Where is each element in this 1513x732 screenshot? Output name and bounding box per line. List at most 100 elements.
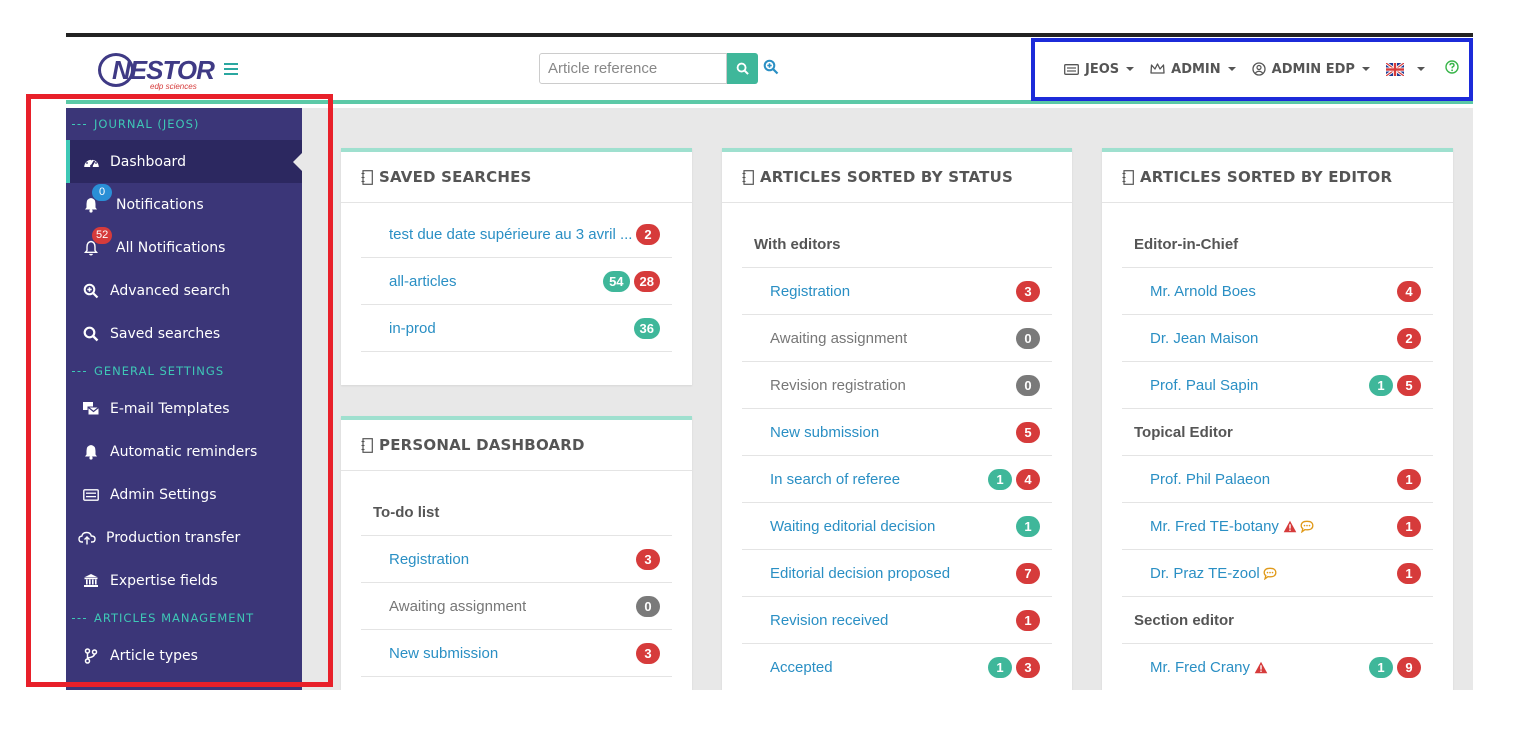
- badge-group: 2: [1393, 327, 1421, 349]
- list-item-link[interactable]: Waiting editorial decision: [770, 518, 935, 535]
- list-item-link[interactable]: all-articles: [389, 273, 457, 290]
- list-item[interactable]: in-prod 36: [361, 305, 672, 352]
- list-item-link[interactable]: New submission: [389, 645, 498, 662]
- card-title: PERSONAL DASHBOARD: [341, 420, 692, 471]
- list-item-link[interactable]: Registration: [389, 551, 469, 568]
- sidebar-item-saved-searches[interactable]: Saved searches: [66, 312, 302, 355]
- card-title: ARTICLES SORTED BY STATUS: [722, 152, 1072, 203]
- sidebar-item-all-notifications[interactable]: 52 All Notifications: [66, 226, 302, 269]
- badge-group: 1: [1393, 515, 1421, 537]
- section-title: JOURNAL (JEOS): [94, 117, 200, 131]
- admin-menu-dropdown[interactable]: ADMIN: [1150, 62, 1236, 77]
- card-icon: [82, 486, 100, 504]
- sidebar-item-dashboard[interactable]: Dashboard: [66, 140, 302, 183]
- badge-group: 19: [1365, 656, 1421, 678]
- list-item-link[interactable]: Registration: [770, 283, 850, 300]
- count-badge: 1: [1016, 609, 1040, 631]
- sidebar-item-article-types[interactable]: Article types: [66, 634, 302, 677]
- help-icon[interactable]: [1445, 60, 1459, 78]
- sidebar-item-expertise-fields[interactable]: Expertise fields: [66, 559, 302, 602]
- sidebar-item-production-transfer[interactable]: Production transfer: [66, 516, 302, 559]
- list-item[interactable]: test due date supérieure au 3 avril ... …: [361, 211, 672, 258]
- list-item-label: New submission: [389, 644, 499, 662]
- bell-icon: 0: [82, 183, 112, 214]
- sidebar-item-label: Saved searches: [110, 325, 221, 342]
- list-item[interactable]: Dr. Jean Maison 2: [1122, 315, 1433, 362]
- list-item-link[interactable]: in-prod: [389, 320, 436, 337]
- list-item[interactable]: Revision registration 0: [742, 362, 1052, 409]
- count-badge: 0: [636, 595, 660, 617]
- list-item-link[interactable]: In search of referee: [770, 471, 900, 488]
- list-item[interactable]: New submission 3: [361, 630, 672, 677]
- list-item-label: Accepted: [770, 658, 833, 676]
- sidebar-item-email-templates[interactable]: E-mail Templates: [66, 387, 302, 430]
- hamburger-menu-icon[interactable]: [224, 63, 238, 75]
- list-item[interactable]: Dr. Praz TE-zool 1: [1122, 550, 1433, 597]
- count-badge: 0: [1016, 327, 1040, 349]
- count-badge: 4: [1397, 280, 1421, 302]
- badge-group: 1: [1393, 562, 1421, 584]
- list-item[interactable]: Editorial decision proposed 7: [742, 550, 1052, 597]
- list-item[interactable]: Waiting editorial decision 1: [742, 503, 1052, 550]
- list-item[interactable]: In search of referee 14: [742, 456, 1052, 503]
- list-item-link[interactable]: Prof. Paul Sapin: [1150, 377, 1258, 394]
- sidebar-item-advanced-search[interactable]: Advanced search: [66, 269, 302, 312]
- list-item[interactable]: all-articles 54 28: [361, 258, 672, 305]
- sidebar-item-label: E-mail Templates: [110, 400, 230, 417]
- list-item[interactable]: Prof. Paul Sapin 15: [1122, 362, 1433, 409]
- list-item[interactable]: Mr. Arnold Boes 4: [1122, 268, 1433, 315]
- list-item-link[interactable]: Dr. Jean Maison: [1150, 330, 1258, 347]
- badge-group: 5: [1012, 421, 1040, 443]
- article-reference-search-input[interactable]: [539, 53, 727, 84]
- list-item[interactable]: Registration 3: [361, 536, 672, 583]
- list-item-link[interactable]: Accepted: [770, 659, 833, 676]
- count-badge: 5: [1397, 374, 1421, 396]
- list-item-link[interactable]: New submission: [770, 424, 879, 441]
- sidebar-item-automatic-reminders[interactable]: Automatic reminders: [66, 430, 302, 473]
- list-item[interactable]: Revision received 1: [742, 597, 1052, 644]
- count-badge: 54: [603, 270, 630, 292]
- search-button[interactable]: [727, 53, 758, 84]
- count-badge: 3: [1016, 280, 1040, 302]
- list-item-link[interactable]: Mr. Arnold Boes: [1150, 283, 1256, 300]
- list-item[interactable]: New submission 5: [742, 409, 1052, 456]
- user-menu-dropdown[interactable]: ADMIN EDP: [1252, 62, 1370, 77]
- list-item-label: Awaiting assignment: [389, 597, 527, 615]
- list-item-link: Awaiting assignment: [389, 598, 526, 615]
- advanced-search-zoom-icon[interactable]: [763, 59, 781, 77]
- count-badge: 3: [636, 548, 660, 570]
- list-item[interactable]: Awaiting assignment 0: [742, 315, 1052, 362]
- count-badge: 7: [1016, 562, 1040, 584]
- list-item[interactable]: Awaiting assignment 0: [361, 583, 672, 630]
- notebook-icon: [1122, 169, 1134, 185]
- list-item[interactable]: Accepted 13: [742, 644, 1052, 690]
- list-item-label: Revision received: [770, 611, 889, 629]
- journal-menu-dropdown[interactable]: JEOS: [1064, 62, 1135, 77]
- sidebar-item-label: Admin Settings: [110, 486, 217, 503]
- list-item-link[interactable]: Revision received: [770, 612, 888, 629]
- nestor-logo[interactable]: NESTOR edp sciences: [98, 53, 215, 91]
- list-item-link[interactable]: Editorial decision proposed: [770, 565, 950, 582]
- list-item-label: In search of referee: [770, 470, 901, 488]
- list-item-link[interactable]: Mr. Fred TE-botany: [1150, 518, 1314, 535]
- badge-group: 1: [1393, 468, 1421, 490]
- warning-icon: [1254, 661, 1268, 674]
- sidebar-item-notifications[interactable]: 0 Notifications: [66, 183, 302, 226]
- badge-group: 14: [984, 468, 1040, 490]
- list-item[interactable]: Prof. Phil Palaeon 1: [1122, 456, 1433, 503]
- cloud-upload-icon: [78, 529, 96, 547]
- list-item-label: Dr. Jean Maison: [1150, 329, 1259, 347]
- sidebar-item-label: Dashboard: [110, 153, 186, 170]
- list-item-label: test due date supérieure au 3 avril ...: [389, 225, 632, 243]
- list-item[interactable]: Mr. Fred TE-botany 1: [1122, 503, 1433, 550]
- language-dropdown[interactable]: [1385, 62, 1425, 76]
- list-item-link[interactable]: Dr. Praz TE-zool: [1150, 565, 1277, 582]
- list-item-link[interactable]: Mr. Fred Crany: [1150, 659, 1268, 676]
- list-item-link[interactable]: test due date supérieure au 3 avril ...: [389, 226, 632, 243]
- list-item[interactable]: Registration 3: [742, 268, 1052, 315]
- zoom-in-icon: [82, 282, 100, 300]
- list-item-link[interactable]: Prof. Phil Palaeon: [1150, 471, 1270, 488]
- list-item[interactable]: Mr. Fred Crany 19: [1122, 644, 1433, 690]
- card-title-text: PERSONAL DASHBOARD: [379, 436, 585, 454]
- sidebar-item-admin-settings[interactable]: Admin Settings: [66, 473, 302, 516]
